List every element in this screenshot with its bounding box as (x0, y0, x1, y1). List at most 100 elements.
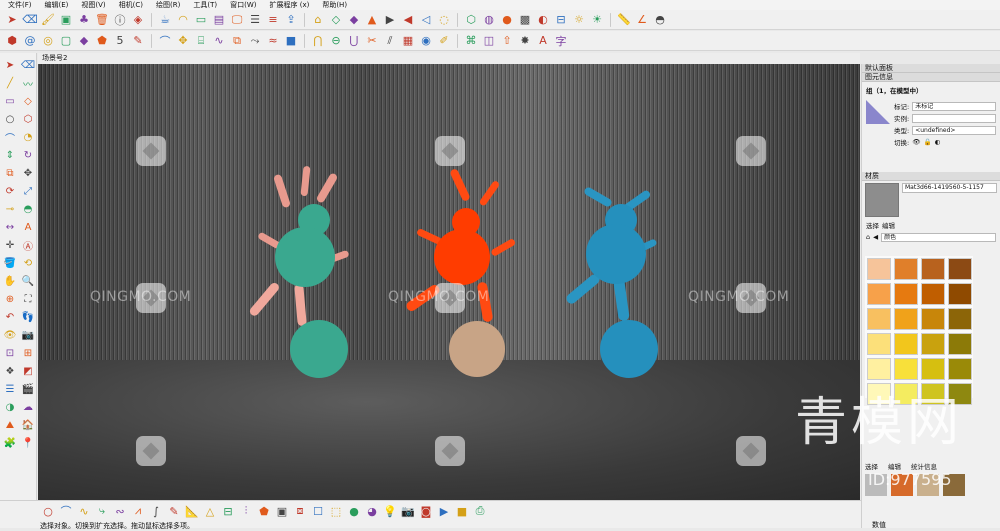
section-display-icon[interactable]: ⊞ (20, 345, 36, 361)
path-icon[interactable]: ⤷ (94, 503, 110, 519)
menu-item[interactable]: 编辑(E) (45, 0, 69, 10)
stairs-icon[interactable]: ⌸ (193, 33, 209, 49)
move-icon[interactable]: ✥ (175, 33, 191, 49)
color-swatch[interactable] (894, 283, 918, 305)
zoom-extents-icon[interactable]: ⛶ (20, 291, 36, 307)
model-icon[interactable]: ◈ (130, 12, 146, 28)
sweep-icon[interactable]: ⤳ (247, 33, 263, 49)
tree-icon[interactable]: ♣ (76, 12, 92, 28)
cube-icon[interactable]: ▣ (58, 12, 74, 28)
top-view-icon[interactable]: ◆ (346, 12, 362, 28)
color-swatch[interactable] (894, 308, 918, 330)
axes-icon[interactable]: ✛ (2, 237, 18, 253)
front-view-icon[interactable]: ▲ (364, 12, 380, 28)
visibility-eye-icon[interactable]: 👁 (912, 138, 920, 146)
upload-icon[interactable]: ⇪ (283, 12, 299, 28)
tag-dropdown[interactable]: 未标记 (912, 101, 996, 111)
monitor-icon[interactable]: 🖵 (229, 12, 245, 28)
sandbox-icon[interactable]: ⛰ (2, 417, 18, 433)
styles-icon[interactable]: ◩ (20, 363, 36, 379)
edit-tab[interactable]: 编辑 (882, 220, 895, 230)
select-tab[interactable]: 选择 (866, 220, 879, 230)
material-name-field[interactable]: Mat3d66-1419560-5-1157 (902, 183, 997, 193)
color-swatch[interactable] (921, 333, 945, 355)
fog-icon[interactable]: ☁ (20, 399, 36, 415)
color-swatch[interactable] (867, 258, 891, 280)
3dtext-icon[interactable]: Ⓐ (20, 237, 36, 253)
eraser-icon[interactable]: ⌫ (22, 12, 38, 28)
split-icon[interactable]: ⫽ (382, 33, 398, 49)
lock-icon[interactable]: 🔒 (923, 138, 931, 146)
materials-header[interactable]: 材质 (862, 172, 1000, 181)
cubes-icon[interactable]: ⧈ (292, 503, 308, 519)
info-icon[interactable]: ⓘ (112, 12, 128, 28)
menu-item[interactable]: 视图(V) (81, 0, 105, 10)
instance-field[interactable] (912, 113, 996, 123)
zoom-icon[interactable]: 🔍 (20, 273, 36, 289)
polygon-icon[interactable]: ⬡ (20, 111, 36, 127)
menu-item[interactable]: 扩展程序 (x) (269, 0, 309, 10)
text3d-icon[interactable]: A (535, 33, 551, 49)
play-icon[interactable]: ▶ (436, 503, 452, 519)
section-icon[interactable]: ⊟ (220, 503, 236, 519)
menu-item[interactable]: 帮助(H) (322, 0, 347, 10)
iso-icon[interactable]: ◇ (328, 12, 344, 28)
home-icon[interactable]: ⌂ (310, 12, 326, 28)
diamond-icon[interactable]: ◆ (76, 33, 92, 49)
orbit-icon[interactable]: ⟲ (20, 255, 36, 271)
protractor-icon[interactable]: ◓ (652, 12, 668, 28)
scenes-icon[interactable]: 🎬 (20, 381, 36, 397)
ring-icon[interactable]: ◎ (40, 33, 56, 49)
3d-viewport[interactable]: QINGMO.COM QINGMO.COM QINGMO.COM (38, 64, 860, 500)
render-icon[interactable]: ◕ (364, 503, 380, 519)
line-icon[interactable]: ╱ (2, 75, 18, 91)
color-swatch[interactable] (948, 258, 972, 280)
layers-icon[interactable]: ☰ (2, 381, 18, 397)
eraser-icon[interactable]: ⌫ (20, 57, 36, 73)
color-swatch[interactable] (921, 258, 945, 280)
follow-me-icon[interactable]: ↻ (20, 147, 36, 163)
fillet-icon[interactable]: ◠ (175, 12, 191, 28)
trash-icon[interactable]: 🗑 (94, 12, 110, 28)
scene-tab[interactable]: 场景号2 (38, 53, 860, 64)
arc-icon[interactable]: ⌒ (2, 129, 18, 145)
wire-box-icon[interactable]: ⬚ (328, 503, 344, 519)
spiral-icon[interactable]: @ (22, 33, 38, 49)
xray-icon[interactable]: ◌ (436, 12, 452, 28)
wire-icon[interactable]: ⬡ (463, 12, 479, 28)
menu-item[interactable]: 相机(C) (119, 0, 143, 10)
color-swatch[interactable] (867, 308, 891, 330)
camera-icon[interactable]: 📷 (400, 503, 416, 519)
figure-right[interactable] (564, 186, 658, 378)
trim-icon[interactable]: ✂ (364, 33, 380, 49)
grid-icon[interactable]: ▦ (400, 33, 416, 49)
wave-icon[interactable]: ∾ (112, 503, 128, 519)
protractor-icon[interactable]: ◓ (20, 201, 36, 217)
color-swatch[interactable] (948, 333, 972, 355)
color-swatch[interactable] (867, 333, 891, 355)
tape-icon[interactable]: ⊸ (2, 201, 18, 217)
color-swatch[interactable] (948, 283, 972, 305)
align-icon[interactable]: ⫶ (238, 503, 254, 519)
color-category-dropdown[interactable]: 颜色 (881, 232, 996, 242)
frame-icon[interactable]: ▢ (58, 33, 74, 49)
prev-view-icon[interactable]: ↶ (2, 309, 18, 325)
color-swatch[interactable] (894, 333, 918, 355)
freehand-icon[interactable]: 〰 (20, 75, 36, 91)
menu-item[interactable]: 文件(F) (8, 0, 32, 10)
window-icon[interactable]: ▤ (211, 12, 227, 28)
figure-left[interactable] (248, 166, 350, 378)
shape-icon[interactable]: ⬟ (94, 33, 110, 49)
right-view-icon[interactable]: ▶ (382, 12, 398, 28)
color-swatch[interactable] (921, 358, 945, 380)
color-swatch[interactable] (921, 308, 945, 330)
figure-middle[interactable] (405, 168, 517, 377)
arc-icon[interactable]: ⌒ (58, 503, 74, 519)
sun-icon[interactable]: ☀ (589, 12, 605, 28)
color-swatch[interactable] (894, 358, 918, 380)
snapshot-icon[interactable]: ⎙ (472, 503, 488, 519)
compass-icon[interactable]: ☼ (571, 12, 587, 28)
edit-icon[interactable]: ✎ (166, 503, 182, 519)
shape-icon[interactable]: ⬟ (256, 503, 272, 519)
section-plane-icon[interactable]: ⊡ (2, 345, 18, 361)
